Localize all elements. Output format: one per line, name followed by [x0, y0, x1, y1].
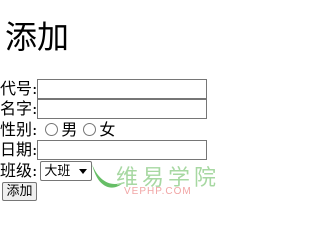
- gender-female-radio[interactable]: [83, 123, 97, 136]
- class-select[interactable]: 大班: [40, 160, 93, 181]
- submit-button[interactable]: 添加: [2, 182, 37, 201]
- date-label: 日期:: [0, 140, 38, 159]
- gender-male-label: 男: [61, 120, 78, 139]
- watermark: 维易学院 VEPHP.COM: [88, 158, 258, 198]
- page-title: 添加: [5, 18, 70, 56]
- class-row: 班级: 大班: [0, 160, 93, 181]
- class-label: 班级:: [0, 161, 38, 180]
- code-label: 代号:: [0, 79, 38, 98]
- code-input[interactable]: [37, 78, 208, 99]
- watermark-text-en: VEPHP.COM: [124, 186, 192, 197]
- date-row: 日期:: [0, 139, 208, 160]
- gender-female-label: 女: [99, 120, 116, 139]
- name-row: 名字:: [0, 98, 208, 119]
- date-input[interactable]: [37, 139, 208, 160]
- gender-label: 性别:: [0, 120, 38, 139]
- name-label: 名字:: [0, 99, 38, 118]
- class-select-value: 大班: [44, 162, 71, 178]
- chevron-down-icon: [79, 168, 88, 174]
- name-input[interactable]: [37, 98, 208, 119]
- code-row: 代号:: [0, 78, 208, 99]
- page: 添加 代号: 名字: 性别: 男 女 日期: 班级: 大班 添加 维易学院 VE…: [0, 0, 258, 216]
- gender-row: 性别: 男 女: [0, 120, 115, 139]
- gender-male-radio[interactable]: [45, 123, 59, 136]
- gender-radio-group: 男 女: [39, 120, 115, 139]
